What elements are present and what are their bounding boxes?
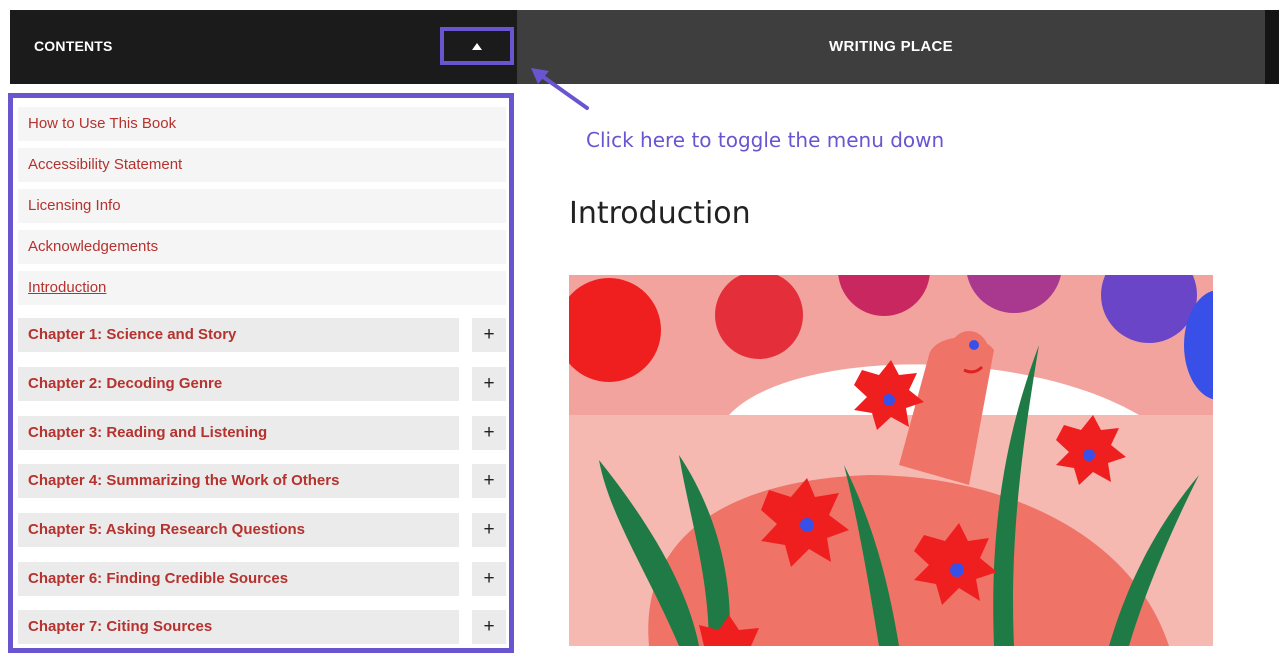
chapter-link[interactable]: Chapter 2: Decoding Genre	[18, 367, 459, 401]
page-title: Introduction	[569, 196, 751, 231]
expand-plus-icon[interactable]: +	[472, 416, 506, 450]
cover-illustration	[569, 275, 1213, 646]
toc-item-acknowledgements[interactable]: Acknowledgements	[18, 230, 506, 264]
toc-item-accessibility[interactable]: Accessibility Statement	[18, 148, 506, 182]
triangle-up-icon	[472, 42, 482, 50]
contents-header: CONTENTS	[10, 10, 517, 84]
chapter-link[interactable]: Chapter 1: Science and Story	[18, 318, 459, 352]
expand-plus-icon[interactable]: +	[472, 318, 506, 352]
expand-plus-icon[interactable]: +	[472, 610, 506, 644]
toc-chapter-4: Chapter 4: Summarizing the Work of Other…	[18, 464, 506, 498]
toc-panel: How to Use This Book Accessibility State…	[8, 93, 514, 653]
contents-title: CONTENTS	[34, 38, 113, 54]
toc-item-licensing[interactable]: Licensing Info	[18, 189, 506, 223]
toc-toggle-button[interactable]	[440, 27, 514, 65]
annotation-hint: Click here to toggle the menu down	[586, 128, 945, 152]
toc-chapter-6: Chapter 6: Finding Credible Sources +	[18, 562, 506, 596]
header-edge	[1265, 10, 1279, 84]
chapter-link[interactable]: Chapter 5: Asking Research Questions	[18, 513, 459, 547]
toc-chapter-1: Chapter 1: Science and Story +	[18, 318, 506, 352]
expand-plus-icon[interactable]: +	[472, 464, 506, 498]
chapter-link[interactable]: Chapter 7: Citing Sources	[18, 610, 459, 644]
book-header: WRITING PLACE	[517, 10, 1265, 84]
arrow-annotation-icon	[531, 68, 589, 110]
toc-chapter-5: Chapter 5: Asking Research Questions +	[18, 513, 506, 547]
chapter-link[interactable]: Chapter 6: Finding Credible Sources	[18, 562, 459, 596]
expand-plus-icon[interactable]: +	[472, 367, 506, 401]
expand-plus-icon[interactable]: +	[472, 513, 506, 547]
chapter-link[interactable]: Chapter 4: Summarizing the Work of Other…	[18, 464, 459, 498]
book-title[interactable]: WRITING PLACE	[517, 38, 1265, 55]
chapter-link[interactable]: Chapter 3: Reading and Listening	[18, 416, 459, 450]
toc-chapter-7: Chapter 7: Citing Sources +	[18, 610, 506, 644]
expand-plus-icon[interactable]: +	[472, 562, 506, 596]
toc-item-introduction[interactable]: Introduction	[18, 271, 506, 305]
toc-item-how-to-use[interactable]: How to Use This Book	[18, 107, 506, 141]
toc-chapter-2: Chapter 2: Decoding Genre +	[18, 367, 506, 401]
toc-chapter-3: Chapter 3: Reading and Listening +	[18, 416, 506, 450]
flowers-illustration	[569, 275, 1213, 646]
